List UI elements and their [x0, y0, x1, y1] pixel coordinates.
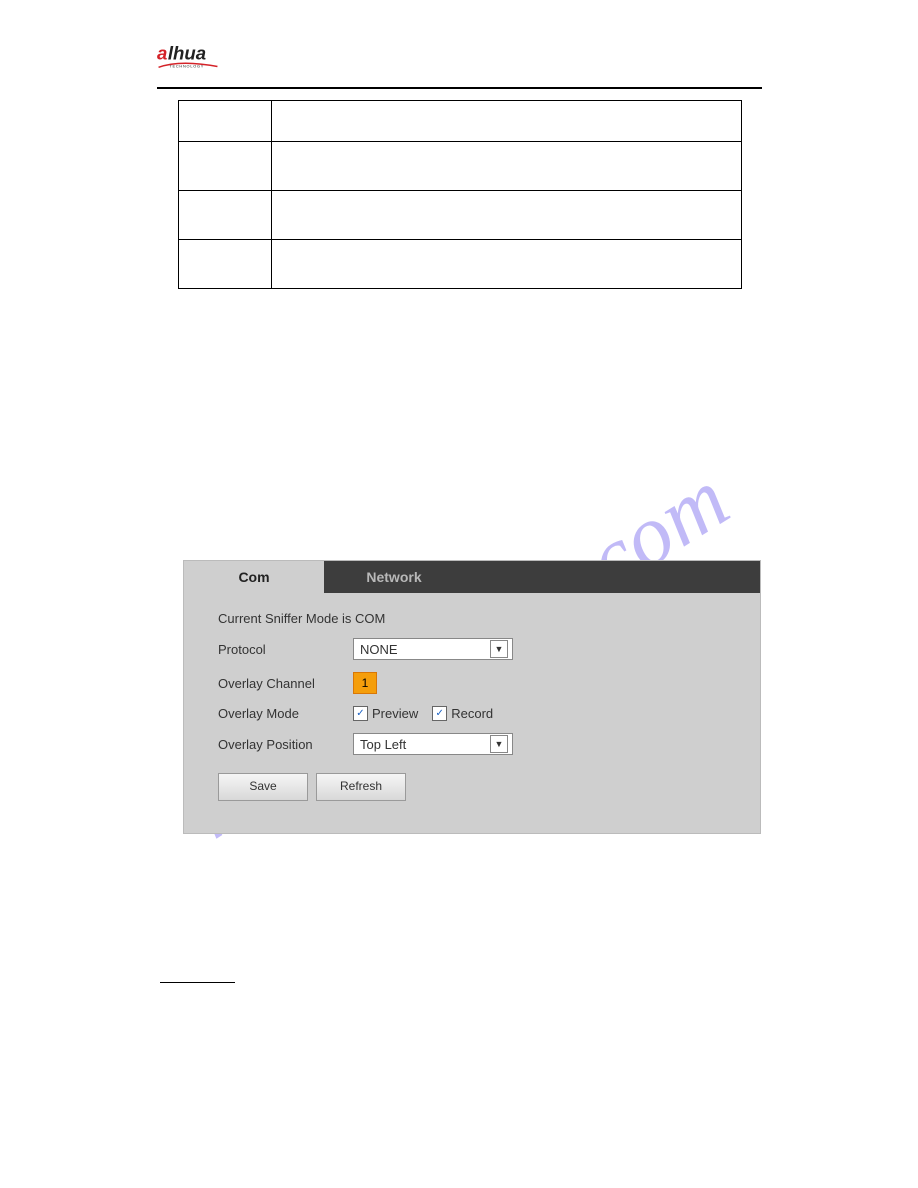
sniffer-mode-text: Current Sniffer Mode is COM: [218, 611, 385, 626]
overlay-channel-button[interactable]: 1: [353, 672, 377, 694]
svg-text:a: a: [157, 43, 167, 64]
refresh-button[interactable]: Refresh: [316, 773, 406, 801]
chevron-down-icon: ▼: [490, 735, 508, 753]
brand-logo: a lhua TECHNOLOGY: [157, 42, 250, 74]
save-button[interactable]: Save: [218, 773, 308, 801]
header-divider: [157, 87, 762, 89]
tab-com[interactable]: Com: [184, 561, 324, 593]
param-table: [178, 100, 742, 289]
label-protocol: Protocol: [218, 642, 353, 657]
label-overlay-position: Overlay Position: [218, 737, 353, 752]
tab-network[interactable]: Network: [324, 561, 464, 593]
overlay-position-select[interactable]: Top Left ▼: [353, 733, 513, 755]
section-divider: [160, 982, 235, 983]
label-overlay-mode: Overlay Mode: [218, 706, 353, 721]
checkbox-record[interactable]: ✓ Record: [432, 706, 493, 721]
checkbox-preview[interactable]: ✓ Preview: [353, 706, 418, 721]
tab-bar: Com Network: [184, 561, 760, 593]
protocol-value: NONE: [360, 642, 398, 657]
protocol-select[interactable]: NONE ▼: [353, 638, 513, 660]
checkbox-record-label: Record: [451, 706, 493, 721]
chevron-down-icon: ▼: [490, 640, 508, 658]
pos-config-panel: Com Network Current Sniffer Mode is COM …: [183, 560, 761, 834]
check-icon: ✓: [432, 706, 447, 721]
check-icon: ✓: [353, 706, 368, 721]
checkbox-preview-label: Preview: [372, 706, 418, 721]
label-overlay-channel: Overlay Channel: [218, 676, 353, 691]
svg-text:lhua: lhua: [168, 43, 206, 64]
overlay-position-value: Top Left: [360, 737, 406, 752]
